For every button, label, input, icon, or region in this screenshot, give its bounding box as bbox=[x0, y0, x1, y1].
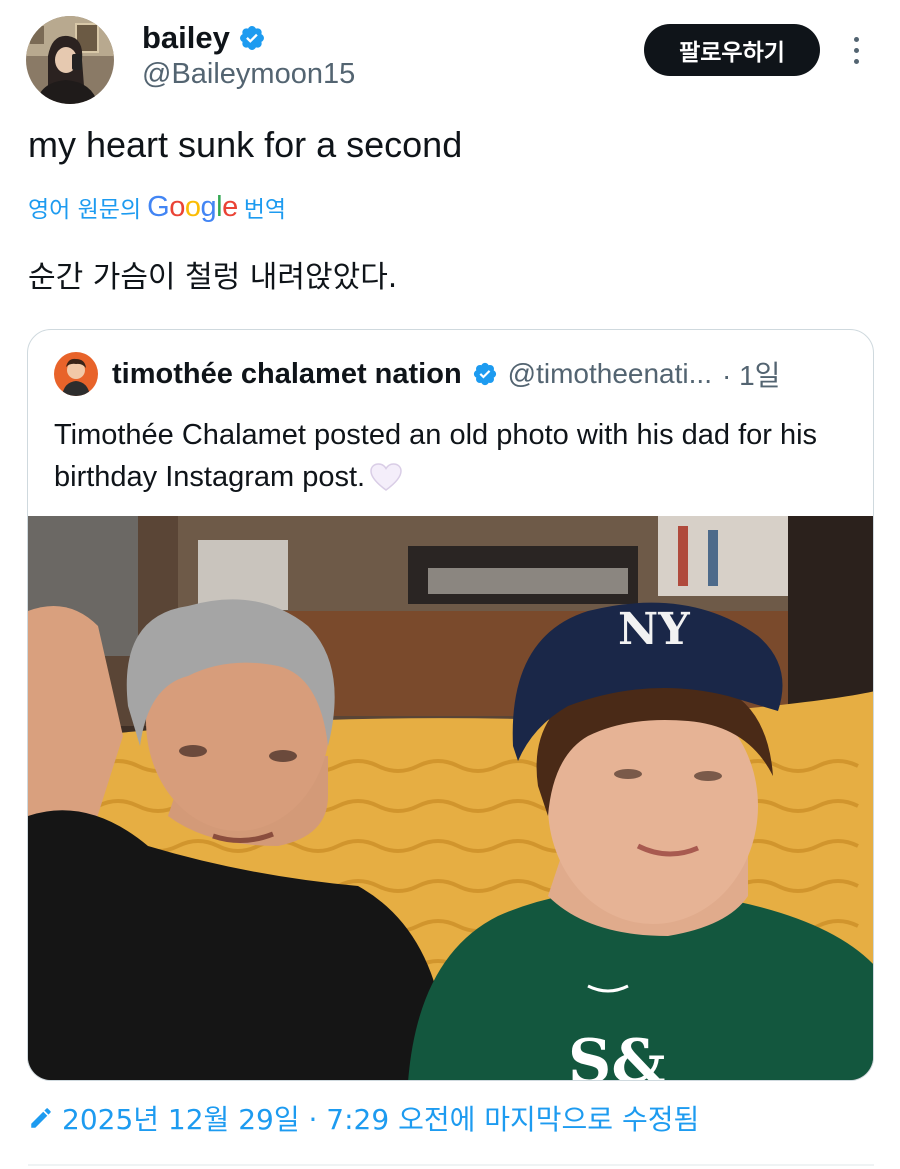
translate-prefix: 영어 원문의 bbox=[28, 197, 142, 223]
pencil-icon bbox=[31, 1108, 51, 1128]
quoted-tweet[interactable]: timothée chalamet nation @timotheenati..… bbox=[27, 329, 874, 1081]
svg-text:NY: NY bbox=[618, 604, 690, 655]
more-dot bbox=[853, 47, 859, 53]
quoted-text: Timothée Chalamet posted an old photo wi… bbox=[54, 414, 834, 498]
quoted-timestamp[interactable]: · 1일 bbox=[722, 354, 780, 394]
more-dot bbox=[853, 36, 859, 42]
edited-note[interactable]: 2025년 12월 29일 · 7:29 오전에 마지막으로 수정됨 bbox=[28, 1098, 699, 1138]
more-vertical-icon[interactable] bbox=[842, 30, 870, 70]
edited-note-text: 2025년 12월 29일 · 7:29 오전에 마지막으로 수정됨 bbox=[62, 1103, 700, 1136]
avatar[interactable] bbox=[26, 16, 114, 104]
quoted-avatar[interactable] bbox=[54, 352, 98, 396]
translated-text: 순간 가슴이 철렁 내려앉았다. bbox=[28, 260, 398, 295]
translate-link[interactable]: 영어 원문의 Google 번역 bbox=[28, 190, 286, 224]
tweet-text: my heart sunk for a second bbox=[28, 124, 463, 165]
quoted-author-name[interactable]: timothée chalamet nation bbox=[112, 358, 462, 391]
more-dot bbox=[853, 58, 859, 64]
quoted-author-handle[interactable]: @timotheenati... bbox=[508, 358, 712, 390]
quoted-text-body: Timothée Chalamet posted an old photo wi… bbox=[54, 419, 818, 493]
author-name-row[interactable]: bailey bbox=[142, 20, 266, 56]
author-name[interactable]: bailey bbox=[142, 20, 230, 56]
tweet-header: bailey @Baileymoon15 팔로우하기 bbox=[0, 0, 900, 110]
divider bbox=[28, 1164, 874, 1166]
translate-suffix: 번역 bbox=[243, 197, 287, 223]
google-logo: Google bbox=[147, 190, 238, 223]
white-heart-icon bbox=[370, 463, 402, 491]
svg-text:S&: S& bbox=[568, 1027, 666, 1081]
follow-button[interactable]: 팔로우하기 bbox=[644, 24, 820, 76]
quoted-header: timothée chalamet nation @timotheenati..… bbox=[54, 352, 780, 396]
verified-badge-icon bbox=[473, 362, 496, 386]
verified-badge-icon bbox=[239, 26, 264, 50]
quoted-photo[interactable]: NY S& bbox=[28, 516, 874, 1081]
author-handle[interactable]: @Baileymoon15 bbox=[142, 58, 355, 91]
